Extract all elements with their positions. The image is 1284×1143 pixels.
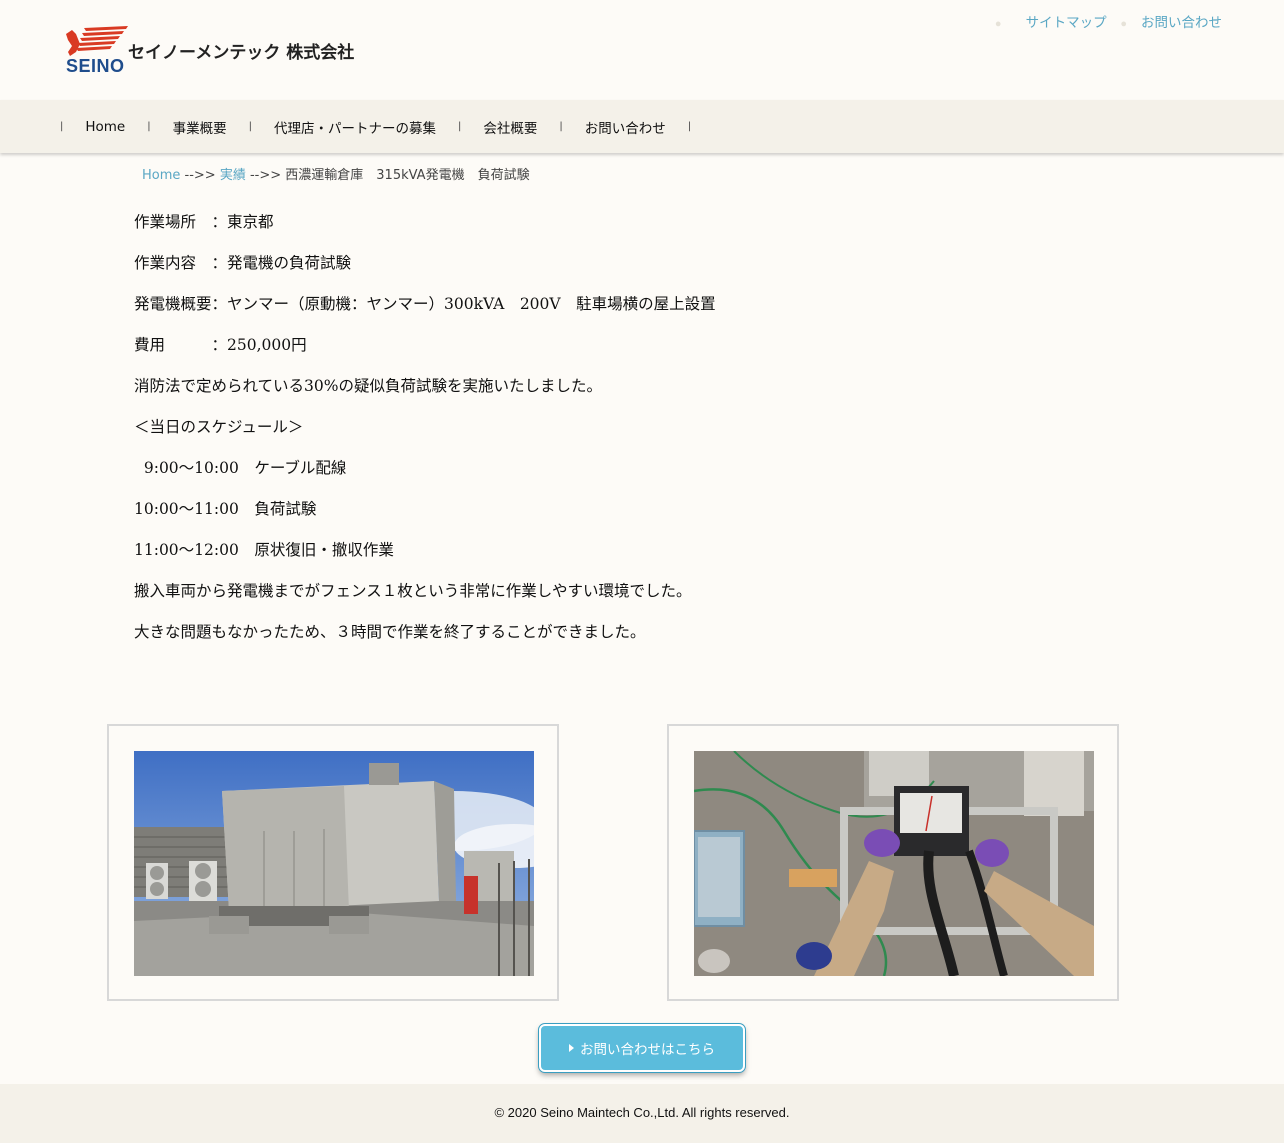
schedule-item: 9:00～10:00 ケーブル配線 bbox=[134, 459, 347, 477]
sitemap-link[interactable]: サイトマップ bbox=[1026, 15, 1107, 31]
article-body: 作業場所 ：東京都 作業内容 ：発電機の負荷試験 発電機概要：ヤンマー（原動機：… bbox=[134, 210, 716, 661]
breadcrumb-home[interactable]: Home bbox=[142, 168, 180, 183]
article-paragraph: 消防法で定められている30%の疑似負荷試験を実施いたしました。 bbox=[134, 377, 602, 395]
nav-separator: | bbox=[60, 121, 64, 132]
nav-item-contact[interactable]: お問い合わせ bbox=[585, 117, 688, 137]
site-header: SEINO セイノーメンテック 株式会社 ● サイトマップ ● お問い合わせ bbox=[0, 0, 1284, 100]
nav-separator: | bbox=[559, 121, 563, 132]
caret-right-icon bbox=[569, 1044, 574, 1052]
nav-separator: | bbox=[687, 121, 692, 132]
cost: 費用 ：250,000円 bbox=[134, 336, 307, 354]
breadcrumb-separator: -->> bbox=[245, 168, 286, 183]
nav-separator: | bbox=[147, 121, 151, 132]
copyright-text: © 2020 Seino Maintech Co.,Ltd. All right… bbox=[494, 1105, 790, 1120]
breadcrumb-separator: -->> bbox=[180, 168, 220, 183]
utility-links: ● サイトマップ ● お問い合わせ bbox=[995, 11, 1222, 31]
site-logo[interactable]: SEINO セイノーメンテック 株式会社 bbox=[62, 24, 362, 78]
nav-list: | Home | 事業概要 | 代理店・パートナーの募集 | 会社概要 | お問… bbox=[60, 100, 713, 153]
article-paragraph: 搬入車両から発電機までがフェンス１枚という非常に作業しやすい環境でした。 bbox=[134, 582, 692, 600]
bullet-icon: ● bbox=[1120, 18, 1127, 30]
breadcrumb-category[interactable]: 実績 bbox=[220, 168, 246, 183]
contact-cta-button[interactable]: お問い合わせはこちら bbox=[539, 1024, 745, 1072]
load-test-wiring-photo[interactable] bbox=[694, 751, 1094, 976]
breadcrumb-current: 西濃運輸倉庫 315kVA発電機 負荷試験 bbox=[285, 168, 530, 183]
generator-summary: 発電機概要：ヤンマー（原動機：ヤンマー）300kVA 200V 駐車場横の屋上設… bbox=[134, 295, 716, 313]
generator-rooftop-photo[interactable] bbox=[134, 751, 534, 976]
nav-item-home[interactable]: Home bbox=[85, 119, 147, 135]
bullet-icon: ● bbox=[994, 18, 1002, 30]
contact-link[interactable]: お問い合わせ bbox=[1141, 15, 1222, 31]
breadcrumb: Home -->> 実績 -->> 西濃運輸倉庫 315kVA発電機 負荷試験 bbox=[142, 164, 530, 183]
main-nav: | Home | 事業概要 | 代理店・パートナーの募集 | 会社概要 | お問… bbox=[0, 100, 1284, 153]
work-location: 作業場所 ：東京都 bbox=[134, 213, 274, 231]
article-paragraph: 大きな問題もなかったため、３時間で作業を終了することができました。 bbox=[134, 623, 646, 641]
nav-item-business[interactable]: 事業概要 bbox=[173, 117, 249, 137]
work-content: 作業内容 ：発電機の負荷試験 bbox=[134, 254, 352, 272]
schedule-item: 11:00～12:00 原状復旧・撤収作業 bbox=[134, 541, 394, 559]
nav-item-partners[interactable]: 代理店・パートナーの募集 bbox=[274, 117, 458, 137]
logo-wordmark: SEINO bbox=[66, 56, 125, 76]
company-name: セイノーメンテック 株式会社 bbox=[128, 43, 355, 63]
site-footer: © 2020 Seino Maintech Co.,Ltd. All right… bbox=[0, 1084, 1284, 1143]
nav-separator: | bbox=[458, 121, 462, 132]
nav-item-company[interactable]: 会社概要 bbox=[483, 117, 559, 137]
schedule-heading: ＜当日のスケジュール＞ bbox=[134, 418, 304, 436]
photo-frame bbox=[107, 724, 559, 1001]
nav-separator: | bbox=[248, 121, 252, 132]
cta-label: お問い合わせはこちら bbox=[580, 1042, 715, 1058]
schedule-item: 10:00～11:00 負荷試験 bbox=[134, 500, 317, 518]
photo-frame bbox=[667, 724, 1119, 1001]
